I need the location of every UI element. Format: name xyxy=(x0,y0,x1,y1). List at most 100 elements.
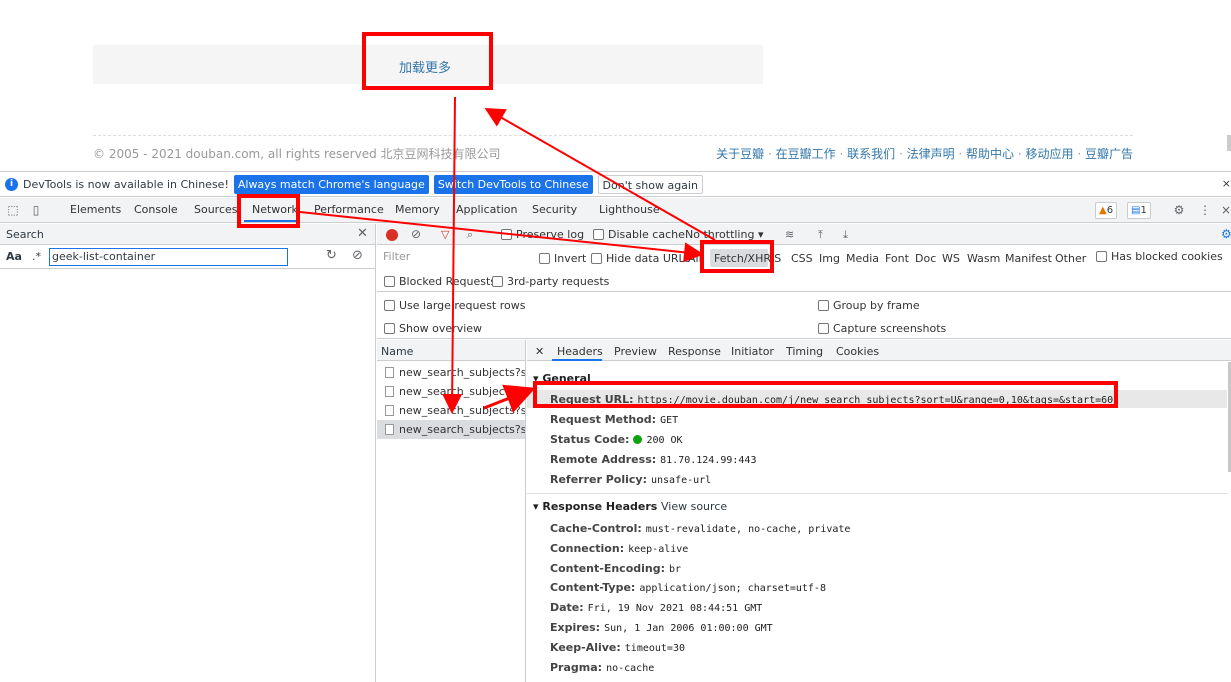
always-match-language-button[interactable]: Always match Chrome's language xyxy=(233,174,429,194)
type-filter-media[interactable]: Media xyxy=(846,252,879,265)
tab-timing[interactable]: Timing xyxy=(786,345,823,358)
footer-link[interactable]: 关于豆瓣 xyxy=(716,147,764,161)
devtools-tabbar: ⬚ ▯ Elements Console Sources Network Per… xyxy=(0,198,1231,223)
settings-gear-icon[interactable]: ⚙ xyxy=(1172,203,1186,217)
request-list: Name new_search_subjects?so... new_searc… xyxy=(377,340,526,682)
tab-sources[interactable]: Sources xyxy=(194,203,238,216)
has-blocked-cookies-checkbox[interactable]: Has blocked cookies xyxy=(1096,250,1223,263)
type-filter-css[interactable]: CSS xyxy=(791,252,813,265)
warnings-badge[interactable]: ▲6 xyxy=(1095,202,1118,219)
tab-preview[interactable]: Preview xyxy=(614,345,657,358)
tab-lighthouse[interactable]: Lighthouse xyxy=(599,203,660,216)
record-icon[interactable] xyxy=(386,229,398,241)
tab-performance[interactable]: Performance xyxy=(314,203,384,216)
messages-badge[interactable]: ▤1 xyxy=(1127,202,1151,219)
type-filter-img[interactable]: Img xyxy=(819,252,840,265)
type-filter-wasm[interactable]: Wasm xyxy=(967,252,1000,265)
inspect-element-icon[interactable]: ⬚ xyxy=(6,203,20,217)
tab-headers[interactable]: Headers xyxy=(557,345,603,358)
export-har-icon[interactable]: ⤓ xyxy=(843,228,848,242)
search-close-icon[interactable]: ✕ xyxy=(357,226,368,241)
type-filter-ws[interactable]: WS xyxy=(942,252,960,265)
request-row-selected[interactable]: new_search_subjects?so... xyxy=(377,420,525,439)
info-icon: i xyxy=(5,177,18,191)
footer-link[interactable]: 豆瓣广告 xyxy=(1085,147,1133,161)
annotation-box-request-url xyxy=(533,381,1118,408)
clear-icon[interactable]: ⊘ xyxy=(352,248,363,263)
tab-console[interactable]: Console xyxy=(134,203,178,216)
annotation-box-load-more xyxy=(362,32,493,90)
footer-link[interactable]: 联系我们 xyxy=(847,147,895,161)
third-party-checkbox[interactable]: 3rd-party requests xyxy=(492,275,609,288)
type-filter-manifest[interactable]: Manifest xyxy=(1005,252,1052,265)
infobar-close-icon[interactable]: × xyxy=(1222,177,1231,190)
tab-memory[interactable]: Memory xyxy=(395,203,440,216)
annotation-box-network-tab xyxy=(237,194,300,228)
tab-security[interactable]: Security xyxy=(532,203,577,216)
document-icon xyxy=(385,405,394,416)
close-devtools-icon[interactable]: × xyxy=(1219,203,1231,217)
name-column-header[interactable]: Name xyxy=(377,340,525,361)
group-by-frame-checkbox[interactable]: Group by frame xyxy=(818,299,920,312)
document-icon xyxy=(385,424,394,435)
invert-checkbox[interactable]: Invert xyxy=(539,252,586,265)
clear-log-icon[interactable]: ⊘ xyxy=(411,227,421,241)
messages-count: 1 xyxy=(1140,205,1147,216)
network-conditions-icon[interactable]: ≋ xyxy=(785,228,794,241)
switch-to-chinese-button[interactable]: Switch DevTools to Chinese xyxy=(433,174,593,194)
match-case-toggle[interactable]: Aa xyxy=(6,250,22,263)
view-source-link[interactable]: View source xyxy=(661,500,727,513)
status-ok-icon xyxy=(633,435,643,444)
response-header-row: Content-Encoding: br xyxy=(550,562,682,575)
tab-elements[interactable]: Elements xyxy=(70,203,121,216)
tab-response[interactable]: Response xyxy=(668,345,721,358)
network-toolbar: ⊘ ▽ ⌕ Preserve log Disable cache No thro… xyxy=(377,224,1231,245)
response-header-row: Date: Fri, 19 Nov 2021 08:44:51 GMT xyxy=(550,601,763,614)
search-icon[interactable]: ⌕ xyxy=(467,228,473,242)
page-scrollbar[interactable] xyxy=(1227,135,1231,151)
tab-initiator[interactable]: Initiator xyxy=(731,345,774,358)
filter-icon[interactable]: ▽ xyxy=(441,228,449,241)
type-filter-doc[interactable]: Doc xyxy=(915,252,936,265)
warnings-count: 6 xyxy=(1106,205,1114,216)
dont-show-again-button[interactable]: Don't show again xyxy=(597,174,703,194)
blocked-requests-checkbox[interactable]: Blocked Requests xyxy=(384,275,496,288)
more-options-icon[interactable]: ⋮ xyxy=(1198,203,1212,217)
tab-application[interactable]: Application xyxy=(456,203,517,216)
type-filter-other[interactable]: Other xyxy=(1055,252,1086,265)
status-code-row: Status Code: 200 OK xyxy=(550,433,683,446)
footer-link[interactable]: 帮助中心 xyxy=(966,147,1014,161)
request-row[interactable]: new_search_subjects?so... xyxy=(377,382,525,401)
footer-divider xyxy=(93,135,1133,136)
active-detail-tab-indicator xyxy=(552,359,602,361)
footer-link[interactable]: 在豆瓣工作 xyxy=(776,147,836,161)
request-row[interactable]: new_search_subjects?so... xyxy=(377,401,525,420)
copyright-text: © 2005 - 2021 douban.com, all rights res… xyxy=(93,147,501,161)
warning-icon: ▲ xyxy=(1099,205,1107,216)
disable-cache-checkbox[interactable]: Disable cache xyxy=(593,228,685,241)
language-infobar: i DevTools is now available in Chinese! … xyxy=(0,172,1231,197)
large-rows-checkbox[interactable]: Use large request rows xyxy=(384,299,525,312)
footer-link[interactable]: 移动应用 xyxy=(1026,147,1074,161)
request-row[interactable]: new_search_subjects?so... xyxy=(377,363,525,382)
details-tabbar: ✕ Headers Preview Response Initiator Tim… xyxy=(527,340,1231,361)
show-overview-checkbox[interactable]: Show overview xyxy=(384,322,482,335)
request-method-row: Request Method: GET xyxy=(550,413,679,426)
settings-gear-icon[interactable]: ⚙ xyxy=(1221,227,1231,241)
hide-data-urls-checkbox[interactable]: Hide data URLs xyxy=(591,252,690,265)
filter-input[interactable]: Filter xyxy=(380,248,527,266)
tab-cookies[interactable]: Cookies xyxy=(836,345,879,358)
search-input[interactable]: geek-list-container xyxy=(49,248,288,266)
close-details-icon[interactable]: ✕ xyxy=(535,345,544,358)
capture-screenshots-checkbox[interactable]: Capture screenshots xyxy=(818,322,946,335)
webpage: 加载更多 © 2005 - 2021 douban.com, all right… xyxy=(0,0,1231,170)
preserve-log-checkbox[interactable]: Preserve log xyxy=(501,228,584,241)
device-toolbar-icon[interactable]: ▯ xyxy=(29,203,43,217)
refresh-icon[interactable]: ↻ xyxy=(326,248,337,263)
footer-link[interactable]: 法律声明 xyxy=(907,147,955,161)
regex-toggle[interactable]: .* xyxy=(32,250,41,263)
type-filter-font[interactable]: Font xyxy=(885,252,909,265)
import-har-icon[interactable]: ⤒ xyxy=(818,228,823,242)
infobar-text: DevTools is now available in Chinese! xyxy=(23,177,229,191)
response-headers-toggle[interactable]: ▾ Response Headers xyxy=(533,500,657,513)
